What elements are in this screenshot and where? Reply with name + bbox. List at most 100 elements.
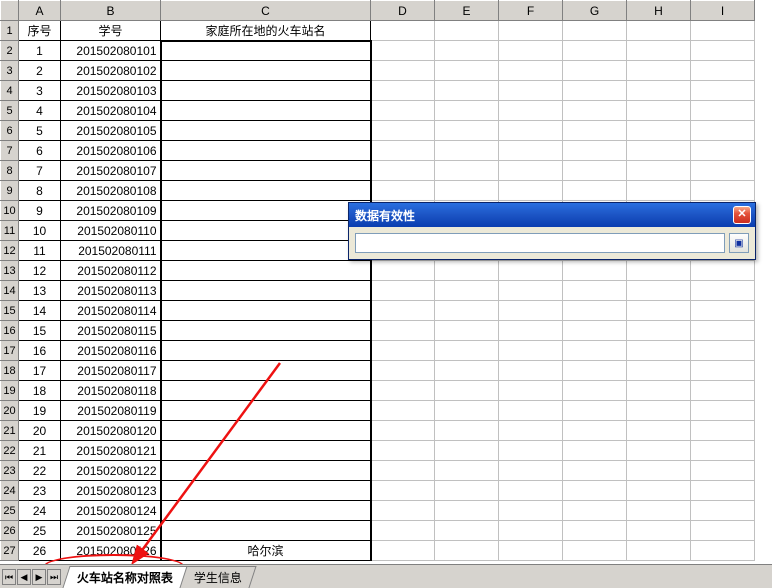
row-header[interactable]: 24 [1, 481, 19, 501]
cell[interactable] [435, 361, 499, 381]
cell[interactable] [691, 21, 755, 41]
cell[interactable]: 21 [19, 441, 61, 461]
cell[interactable]: 201502080102 [61, 61, 161, 81]
row-header[interactable]: 2 [1, 41, 19, 61]
cell[interactable]: 201502080115 [61, 321, 161, 341]
cell[interactable] [563, 141, 627, 161]
col-header-F[interactable]: F [499, 1, 563, 21]
cell[interactable]: 17 [19, 361, 61, 381]
cell[interactable] [499, 301, 563, 321]
cell[interactable]: 201502080108 [61, 181, 161, 201]
cell[interactable] [371, 81, 435, 101]
cell[interactable] [371, 161, 435, 181]
row-header[interactable]: 13 [1, 261, 19, 281]
row-header[interactable]: 9 [1, 181, 19, 201]
cell[interactable] [435, 161, 499, 181]
cell[interactable] [371, 521, 435, 541]
cell[interactable] [371, 101, 435, 121]
row-header[interactable]: 10 [1, 201, 19, 221]
tab-nav-next[interactable]: ▶ [32, 569, 46, 585]
cell[interactable] [161, 361, 371, 381]
cell[interactable] [691, 41, 755, 61]
cell[interactable] [627, 461, 691, 481]
cell[interactable] [563, 21, 627, 41]
cell[interactable]: 201502080106 [61, 141, 161, 161]
cell[interactable] [371, 421, 435, 441]
cell[interactable]: 201502080117 [61, 361, 161, 381]
cell[interactable] [435, 61, 499, 81]
cell[interactable]: 8 [19, 181, 61, 201]
cell[interactable] [691, 141, 755, 161]
cell[interactable] [499, 61, 563, 81]
cell[interactable] [161, 461, 371, 481]
cell[interactable] [161, 421, 371, 441]
cell[interactable]: 4 [19, 101, 61, 121]
cell[interactable] [691, 321, 755, 341]
cell[interactable] [435, 301, 499, 321]
cell[interactable] [371, 541, 435, 561]
cell[interactable] [499, 321, 563, 341]
expand-range-button[interactable]: ▣ [729, 233, 749, 253]
cell[interactable] [563, 361, 627, 381]
cell[interactable] [435, 101, 499, 121]
cell[interactable] [563, 61, 627, 81]
cell[interactable] [627, 81, 691, 101]
cell[interactable] [691, 461, 755, 481]
cell[interactable] [563, 281, 627, 301]
cell[interactable]: 201502080118 [61, 381, 161, 401]
cell[interactable]: 201502080123 [61, 481, 161, 501]
cell[interactable]: 15 [19, 321, 61, 341]
cell[interactable]: 201502080124 [61, 501, 161, 521]
cell[interactable]: 14 [19, 301, 61, 321]
cell[interactable] [161, 181, 371, 201]
cell[interactable] [161, 201, 371, 221]
cell[interactable]: 201502080126 [61, 541, 161, 561]
cell[interactable] [627, 301, 691, 321]
cell[interactable]: 序号 [19, 21, 61, 41]
cell[interactable] [161, 281, 371, 301]
cell[interactable] [435, 481, 499, 501]
cell[interactable] [435, 541, 499, 561]
cell[interactable] [371, 481, 435, 501]
cell[interactable] [563, 261, 627, 281]
cell[interactable] [691, 81, 755, 101]
cell[interactable]: 201502080116 [61, 341, 161, 361]
cell[interactable] [371, 281, 435, 301]
cell[interactable]: 7 [19, 161, 61, 181]
cell[interactable] [499, 461, 563, 481]
cell[interactable] [627, 481, 691, 501]
row-header[interactable]: 25 [1, 501, 19, 521]
cell[interactable] [161, 261, 371, 281]
col-header-E[interactable]: E [435, 1, 499, 21]
cell[interactable] [371, 321, 435, 341]
cell[interactable] [499, 481, 563, 501]
cell[interactable] [691, 441, 755, 461]
spreadsheet-grid[interactable]: A B C D E F G H I 1 序号 学号 家庭所在地的火车站名 212… [0, 0, 772, 588]
cell[interactable] [161, 341, 371, 361]
cell[interactable] [499, 41, 563, 61]
cell[interactable] [627, 121, 691, 141]
cell[interactable] [161, 141, 371, 161]
cell[interactable] [563, 321, 627, 341]
cell[interactable]: 201502080113 [61, 281, 161, 301]
cell[interactable] [435, 261, 499, 281]
cell[interactable] [435, 181, 499, 201]
cell[interactable] [627, 441, 691, 461]
cell[interactable] [499, 161, 563, 181]
cell[interactable] [435, 121, 499, 141]
cell[interactable] [161, 381, 371, 401]
cell[interactable] [161, 161, 371, 181]
cell[interactable] [499, 501, 563, 521]
cell[interactable] [499, 421, 563, 441]
sheet-tab-active[interactable]: 火车站名称对照表 [62, 566, 187, 588]
col-header-C[interactable]: C [161, 1, 371, 21]
cell[interactable] [161, 301, 371, 321]
row-header[interactable]: 27 [1, 541, 19, 561]
row-header[interactable]: 26 [1, 521, 19, 541]
dialog-titlebar[interactable]: 数据有效性 ✕ [349, 203, 755, 227]
cell[interactable] [371, 361, 435, 381]
row-header[interactable]: 8 [1, 161, 19, 181]
cell[interactable] [691, 481, 755, 501]
cell[interactable] [161, 401, 371, 421]
cell[interactable] [161, 481, 371, 501]
